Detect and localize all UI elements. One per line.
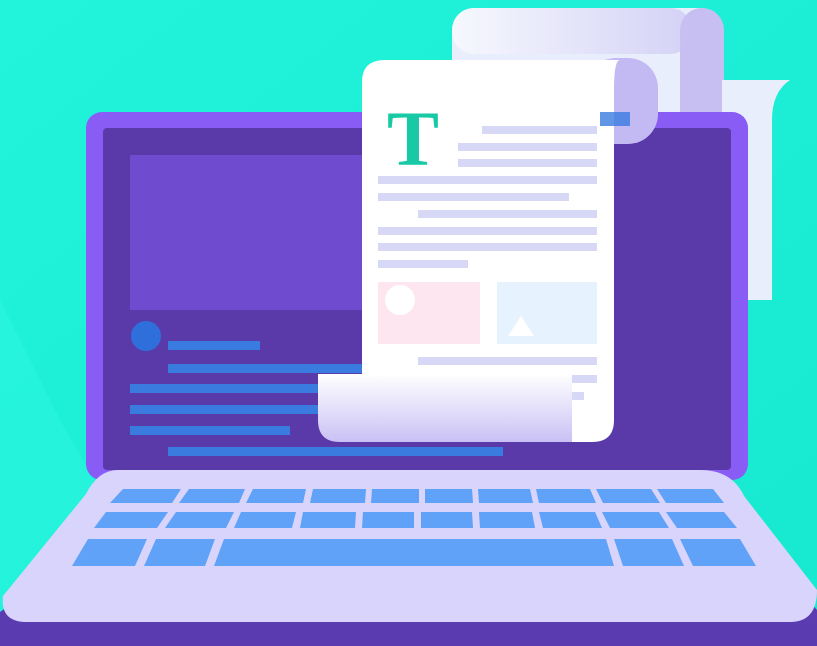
- screen-panel: [130, 155, 392, 310]
- screen-line: [168, 447, 503, 456]
- key: [310, 489, 366, 503]
- key: [596, 489, 660, 503]
- document-text-line: [378, 176, 597, 184]
- screen-line: [168, 341, 260, 350]
- key: [362, 512, 414, 528]
- screen-line: [130, 426, 290, 435]
- document-text-line: [568, 375, 597, 383]
- document-text-line: [378, 193, 569, 201]
- document-text-line: [458, 143, 597, 151]
- screen-avatar: [131, 321, 161, 351]
- document-initial: T: [387, 95, 439, 182]
- key: [179, 489, 245, 503]
- key: [371, 489, 419, 503]
- key: [94, 512, 168, 528]
- key: [144, 539, 215, 566]
- document-text-line: [378, 260, 468, 268]
- key: [479, 512, 535, 528]
- key: [657, 489, 724, 503]
- front-paper-document: T: [318, 58, 658, 442]
- key: [614, 539, 684, 566]
- key: [246, 489, 306, 503]
- key: [234, 512, 296, 528]
- key: [539, 512, 602, 528]
- screen-line: [168, 364, 380, 373]
- document-text-line: [418, 357, 597, 365]
- key: [165, 512, 234, 528]
- document-text-line: [378, 243, 597, 251]
- document-text-line: [378, 227, 597, 235]
- key: [602, 512, 669, 528]
- key: [478, 489, 533, 503]
- document-text-line: [418, 210, 597, 218]
- key: [300, 512, 356, 528]
- key: [425, 489, 473, 503]
- laptop-document-illustration: T: [0, 0, 817, 646]
- document-text-line: [458, 159, 597, 167]
- key: [421, 512, 473, 528]
- document-image-circle: [385, 285, 415, 315]
- paper-curl-bottom: [318, 374, 572, 442]
- key: [536, 489, 596, 503]
- document-text-line: [482, 126, 597, 134]
- key: [214, 539, 614, 566]
